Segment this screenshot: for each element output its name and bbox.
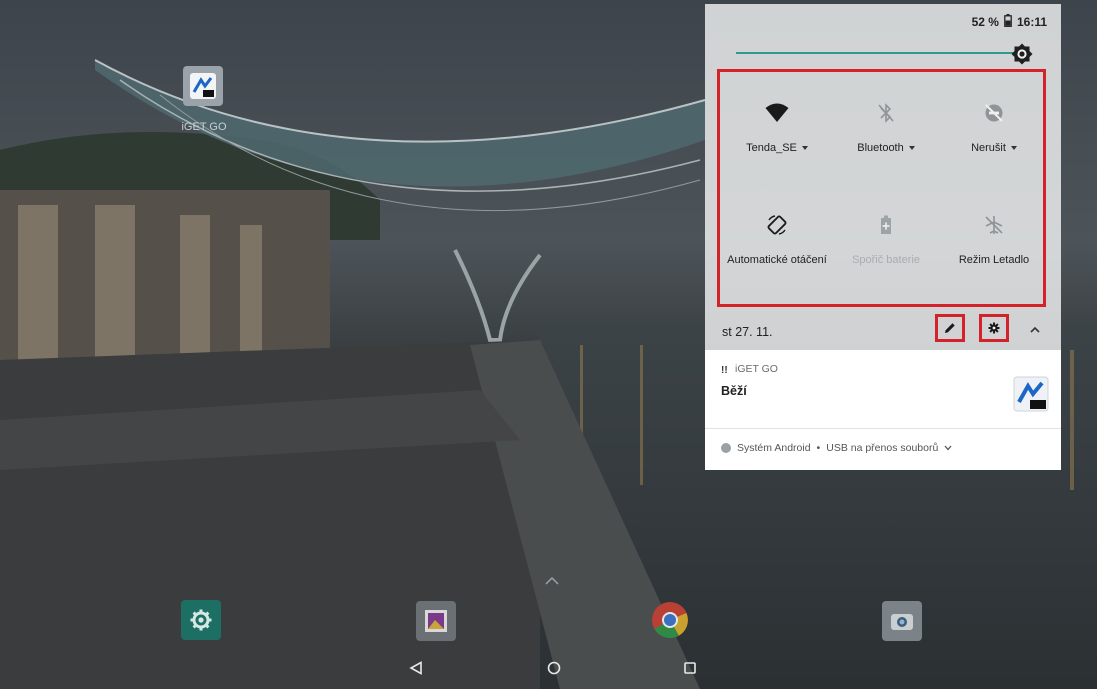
notification-header: !! iGET GO xyxy=(721,363,778,375)
tile-do-not-disturb[interactable]: Nerušit xyxy=(939,72,1049,182)
tile-label: Tenda_SE xyxy=(746,142,797,154)
notification-title: Běží xyxy=(721,384,747,398)
battery-saver-icon xyxy=(881,215,891,234)
date-label: st 27. 11. xyxy=(722,325,773,339)
system-app-name: Systém Android xyxy=(737,442,811,454)
notification-iget-go[interactable]: !! iGET GO Běží xyxy=(705,350,1061,429)
gallery-app-icon[interactable] xyxy=(416,601,456,641)
chevron-up-icon xyxy=(1030,326,1040,333)
recents-button[interactable] xyxy=(678,656,702,680)
tile-label: Bluetooth xyxy=(857,142,904,154)
gear-icon xyxy=(988,322,1000,334)
back-button[interactable] xyxy=(404,656,428,680)
iget-go-app-icon[interactable] xyxy=(183,66,223,106)
tile-wifi[interactable]: Tenda_SE xyxy=(722,72,832,182)
brightness-slider[interactable] xyxy=(736,52,1023,54)
do-not-disturb-off-icon xyxy=(985,104,1003,122)
tile-airplane-mode[interactable]: Režim Letadlo xyxy=(939,184,1049,294)
tile-label: Nerušit xyxy=(971,142,1006,154)
tile-label: Automatické otáčení xyxy=(727,254,827,266)
home-circle-icon xyxy=(547,661,561,675)
brightness-thumb-icon[interactable] xyxy=(1011,43,1033,70)
notification-app-name: iGET GO xyxy=(735,363,778,375)
tile-battery-saver[interactable]: Spořič baterie xyxy=(831,184,941,294)
camera-app-icon[interactable] xyxy=(882,601,922,641)
status-row: 52 % 16:11 xyxy=(972,14,1047,30)
pencil-icon xyxy=(945,323,955,333)
tile-label: Režim Letadlo xyxy=(958,254,1030,266)
collapse-button[interactable] xyxy=(1025,321,1045,337)
battery-percent: 52 % xyxy=(971,15,999,29)
wifi-icon xyxy=(765,103,789,122)
svg-text:!!: !! xyxy=(721,365,728,374)
quick-settings-panel: 52 % 16:11 Tenda_SE Bluetooth Nerušit Au… xyxy=(705,4,1061,350)
auto-rotate-icon xyxy=(767,215,787,235)
usb-mode-text: USB na přenos souborů xyxy=(826,442,939,454)
chevron-down-icon[interactable] xyxy=(944,445,952,451)
usb-notification-row: Systém Android • USB na přenos souborů xyxy=(721,442,952,454)
open-settings-button[interactable] xyxy=(979,314,1009,342)
edit-tiles-button[interactable] xyxy=(935,314,965,342)
android-system-icon xyxy=(721,443,731,453)
dropdown-caret-icon[interactable] xyxy=(908,146,915,150)
airplane-off-icon xyxy=(985,216,1003,234)
notification-shade: 52 % 16:11 Tenda_SE Bluetooth Nerušit Au… xyxy=(705,4,1061,470)
tile-bluetooth[interactable]: Bluetooth xyxy=(831,72,941,182)
gallery-icon xyxy=(425,610,447,632)
separator-dot: • xyxy=(816,442,821,454)
bluetooth-off-icon xyxy=(878,103,894,123)
iget-small-icon: !! xyxy=(721,365,728,374)
quick-settings-tiles-highlight: Tenda_SE Bluetooth Nerušit Automatické o… xyxy=(717,69,1046,307)
back-triangle-icon xyxy=(409,661,422,675)
iget-go-app-label: iGET GO xyxy=(181,121,227,133)
tile-label: Spořič baterie xyxy=(852,254,920,266)
home-button[interactable] xyxy=(542,656,566,680)
tile-auto-rotate[interactable]: Automatické otáčení xyxy=(722,184,832,294)
app-drawer-chevron-icon[interactable] xyxy=(545,572,559,590)
iget-go-thumbnail-icon xyxy=(1013,376,1049,412)
chrome-icon xyxy=(652,602,688,639)
dropdown-caret-icon[interactable] xyxy=(801,146,808,150)
settings-app-icon[interactable] xyxy=(181,600,221,640)
battery-icon xyxy=(1004,14,1012,30)
settings-icon xyxy=(190,609,212,631)
iget-go-logo-icon xyxy=(190,73,216,99)
recents-square-icon xyxy=(684,662,696,674)
notification-usb[interactable]: Systém Android • USB na přenos souborů xyxy=(705,429,1061,470)
camera-icon xyxy=(891,614,913,630)
clock: 16:11 xyxy=(1016,15,1047,29)
dropdown-caret-icon[interactable] xyxy=(1010,146,1017,150)
chrome-app-icon[interactable] xyxy=(650,600,690,640)
